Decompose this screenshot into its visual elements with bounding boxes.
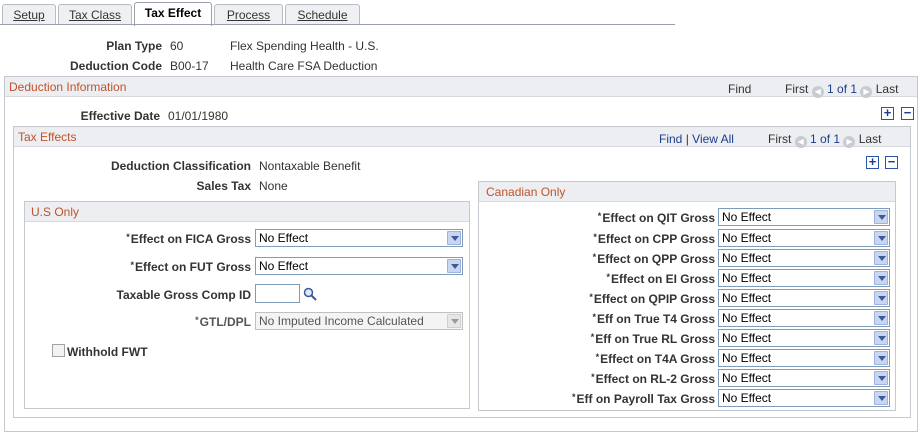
tax-effects-title: Tax Effects xyxy=(18,130,77,144)
magnifier-icon[interactable] xyxy=(303,287,317,301)
deduction-information-title: Deduction Information xyxy=(9,80,127,94)
withhold-fwt-label: Withhold FWT xyxy=(67,345,148,359)
chevron-down-icon xyxy=(447,259,461,273)
deduction-code-label: Deduction Code xyxy=(70,59,162,73)
fut-label: *Effect on FUT Gross xyxy=(130,260,251,274)
rl2-label: *Effect on RL-2 Gross xyxy=(591,372,715,386)
tab-tax-class[interactable]: Tax Class xyxy=(58,4,132,25)
qpip-label: *Effect on QPIP Gross xyxy=(589,292,715,306)
chevron-down-icon xyxy=(874,251,888,265)
chevron-down-icon xyxy=(874,291,888,305)
plan-type-label: Plan Type xyxy=(106,39,162,53)
first-link: First ◀ 1 of 1 ▶ Last xyxy=(785,82,898,98)
sales-tax-value: None xyxy=(259,179,288,193)
deduction-classification-value: Nontaxable Benefit xyxy=(259,159,361,173)
deduction-code-value: B00-17 xyxy=(170,59,209,73)
sales-tax-label: Sales Tax xyxy=(196,179,251,193)
withhold-fwt-checkbox[interactable] xyxy=(52,344,65,357)
last-label: Last xyxy=(875,82,899,96)
ei-select[interactable]: No Effect xyxy=(718,269,890,287)
chevron-left-icon[interactable]: ◀ xyxy=(794,136,807,148)
remove-tax-effect-minus-icon[interactable]: − xyxy=(885,155,898,169)
true-rl-select[interactable]: No Effect xyxy=(718,329,890,347)
row-range: 1 of 1 xyxy=(827,82,858,96)
tax-effects-nav-links: Find | View All xyxy=(659,132,734,146)
nav-separator: | xyxy=(685,132,689,146)
qit-select[interactable]: No Effect xyxy=(718,208,890,226)
tax-row-range: 1 of 1 xyxy=(810,132,841,146)
fica-select[interactable]: No Effect xyxy=(255,229,463,247)
tax-first-label: First xyxy=(768,132,792,146)
chevron-down-icon xyxy=(874,271,888,285)
chevron-down-icon xyxy=(874,210,888,224)
chevron-down-icon xyxy=(447,314,461,328)
tab-tax-effect[interactable]: Tax Effect xyxy=(134,2,212,26)
fica-label: *Effect on FICA Gross xyxy=(126,232,251,246)
chevron-down-icon xyxy=(874,351,888,365)
tab-setup[interactable]: Setup xyxy=(2,4,56,25)
rl2-select[interactable]: No Effect xyxy=(718,369,890,387)
fut-select[interactable]: No Effect xyxy=(255,257,463,275)
add-row-plus-icon[interactable]: + xyxy=(881,106,894,120)
chevron-down-icon xyxy=(874,311,888,325)
tab-bar: Setup Tax Class Tax Effect Process Sched… xyxy=(0,0,924,26)
add-tax-effect-plus-icon[interactable]: + xyxy=(866,155,879,169)
tab-underline xyxy=(0,24,675,25)
canadian-only-header: Canadian Only xyxy=(479,182,895,202)
view-all-link[interactable]: View All xyxy=(692,132,734,146)
qpip-select[interactable]: No Effect xyxy=(718,289,890,307)
qit-label: *Effect on QIT Gross xyxy=(597,211,715,225)
t4a-select[interactable]: No Effect xyxy=(718,349,890,367)
true-rl-label: *Eff on True RL Gross xyxy=(590,332,715,346)
plan-type-code: 60 xyxy=(170,39,184,53)
us-only-header: U.S Only xyxy=(25,202,469,222)
true-t4-label: *Eff on True T4 Gross xyxy=(592,312,715,326)
chevron-right-icon[interactable]: ▶ xyxy=(843,136,856,148)
true-t4-select[interactable]: No Effect xyxy=(718,309,890,327)
plan-type-desc: Flex Spending Health - U.S. xyxy=(230,39,379,53)
tab-process[interactable]: Process xyxy=(214,4,283,25)
us-only-title: U.S Only xyxy=(31,205,80,219)
chevron-left-icon[interactable]: ◀ xyxy=(811,86,824,98)
chevron-right-icon[interactable]: ▶ xyxy=(860,86,873,98)
remove-row-minus-icon[interactable]: − xyxy=(901,106,914,120)
qpp-label: *Effect on QPP Gross xyxy=(592,252,715,266)
deduction-code-desc: Health Care FSA Deduction xyxy=(230,59,378,73)
chevron-down-icon xyxy=(874,371,888,385)
chevron-down-icon xyxy=(874,331,888,345)
t4a-label: *Effect on T4A Gross xyxy=(595,352,715,366)
payroll-tax-select[interactable]: No Effect xyxy=(718,389,890,407)
deduction-information-header: Deduction Information Find First ◀ 1 of … xyxy=(5,77,917,98)
tax-effects-find-link[interactable]: Find xyxy=(659,132,682,146)
chevron-down-icon xyxy=(874,231,888,245)
tax-effects-pager: First ◀ 1 of 1 ▶ Last xyxy=(768,132,881,148)
chevron-down-icon xyxy=(447,231,461,245)
canadian-only-title: Canadian Only xyxy=(486,185,566,199)
gtl-label: *GTL/DPL xyxy=(195,315,251,329)
effective-date-value: 01/01/1980 xyxy=(168,109,229,123)
cpp-label: *Effect on CPP Gross xyxy=(593,232,715,246)
tab-schedule[interactable]: Schedule xyxy=(285,4,360,25)
find-link[interactable]: Find xyxy=(728,82,751,96)
first-label: First xyxy=(785,82,809,96)
ei-label: *Effect on EI Gross xyxy=(606,272,715,286)
cpp-select[interactable]: No Effect xyxy=(718,229,890,247)
taxable-gross-input[interactable] xyxy=(255,284,300,303)
payroll-tax-label: *Eff on Payroll Tax Gross xyxy=(572,392,715,406)
tax-effects-header: Tax Effects Find | View All First ◀ 1 of… xyxy=(14,127,910,148)
deduction-classification-label: Deduction Classification xyxy=(110,159,251,173)
qpp-select[interactable]: No Effect xyxy=(718,249,890,267)
tax-last-label: Last xyxy=(858,132,882,146)
taxable-gross-label: Taxable Gross Comp ID xyxy=(116,288,251,302)
gtl-select: No Imputed Income Calculated xyxy=(255,312,463,330)
chevron-down-icon xyxy=(874,391,888,405)
effective-date-label: Effective Date xyxy=(80,109,160,123)
